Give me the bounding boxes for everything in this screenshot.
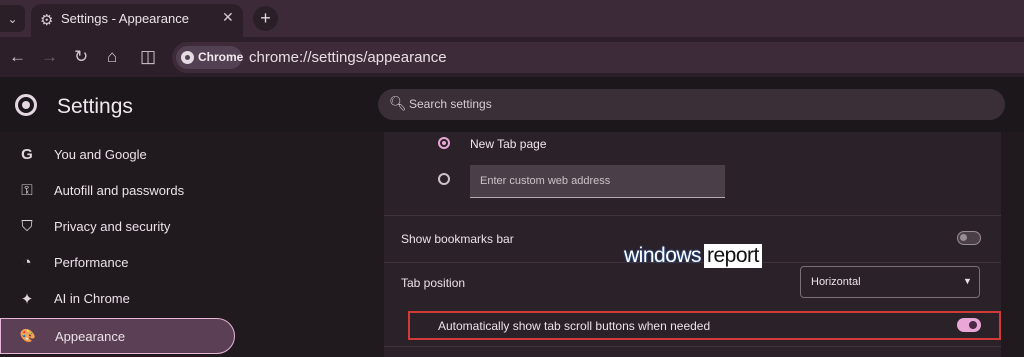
radio-new-tab-page[interactable]: [438, 137, 450, 149]
sidebar-item-label: Appearance: [55, 329, 126, 344]
tab-position-label: Tab position: [401, 276, 466, 290]
sidebar-item-label: Privacy and security: [54, 219, 171, 234]
sparkle-icon: ✦: [20, 291, 34, 308]
sidebar-item-privacy[interactable]: ⛉ Privacy and security: [0, 209, 236, 245]
sidebar-item-ai-in-chrome[interactable]: ✦ AI in Chrome: [0, 281, 236, 317]
reload-icon[interactable]: ↻: [74, 47, 88, 67]
highlight-box: [408, 311, 1001, 340]
sidebar-item-autofill[interactable]: ⚿ Autofill and passwords: [0, 173, 236, 209]
watermark-windows: windows: [624, 244, 702, 267]
gear-icon: ⚙: [40, 12, 54, 29]
key-icon: ⚿: [21, 182, 33, 199]
search-input[interactable]: [409, 97, 909, 111]
sidebar-item-label: Performance: [54, 255, 129, 270]
tab-search-button[interactable]: ⌄: [0, 5, 25, 32]
sidebar-item-appearance[interactable]: 🎨 Appearance: [0, 318, 235, 354]
google-icon: G: [21, 146, 33, 163]
split-view-icon[interactable]: ◫: [140, 47, 156, 67]
sidebar-item-label: AI in Chrome: [54, 291, 130, 306]
close-icon[interactable]: ✕: [222, 9, 234, 26]
divider: [384, 215, 1001, 216]
new-tab-button[interactable]: +: [253, 6, 278, 31]
search-icon: 🔍︎: [389, 95, 407, 111]
tab-position-value: Horizontal: [811, 276, 861, 288]
sidebar-item-you-and-google[interactable]: G You and Google: [0, 137, 236, 173]
chrome-icon: [181, 51, 194, 64]
url-text[interactable]: chrome://settings/appearance: [249, 49, 447, 66]
sidebar-item-label: You and Google: [54, 147, 147, 162]
chrome-logo-icon: [15, 94, 37, 116]
divider: [384, 346, 1001, 347]
gauge-icon: ◔: [22, 254, 32, 271]
sidebar-item-label: Autofill and passwords: [54, 183, 185, 198]
forward-icon[interactable]: →: [41, 47, 58, 67]
sidebar-item-performance[interactable]: ◔ Performance: [0, 245, 236, 281]
custom-address-input[interactable]: [470, 165, 725, 198]
home-icon[interactable]: ⌂: [107, 47, 117, 67]
chevron-down-icon: ⌄: [7, 11, 18, 26]
tab-title: Settings - Appearance: [61, 11, 189, 26]
palette-icon: 🎨: [19, 328, 37, 343]
back-icon[interactable]: ←: [9, 47, 26, 67]
site-chip-label: Chrome: [198, 50, 244, 64]
radio-new-tab-label: New Tab page: [470, 137, 547, 151]
bookmarks-bar-toggle[interactable]: [957, 231, 981, 245]
shield-icon: ⛉: [21, 218, 33, 235]
page-title: Settings: [57, 95, 133, 118]
caret-down-icon: ▼: [963, 276, 972, 286]
watermark-report: report: [704, 244, 762, 268]
bookmarks-bar-label: Show bookmarks bar: [401, 232, 514, 246]
radio-custom-address[interactable]: [438, 173, 450, 185]
